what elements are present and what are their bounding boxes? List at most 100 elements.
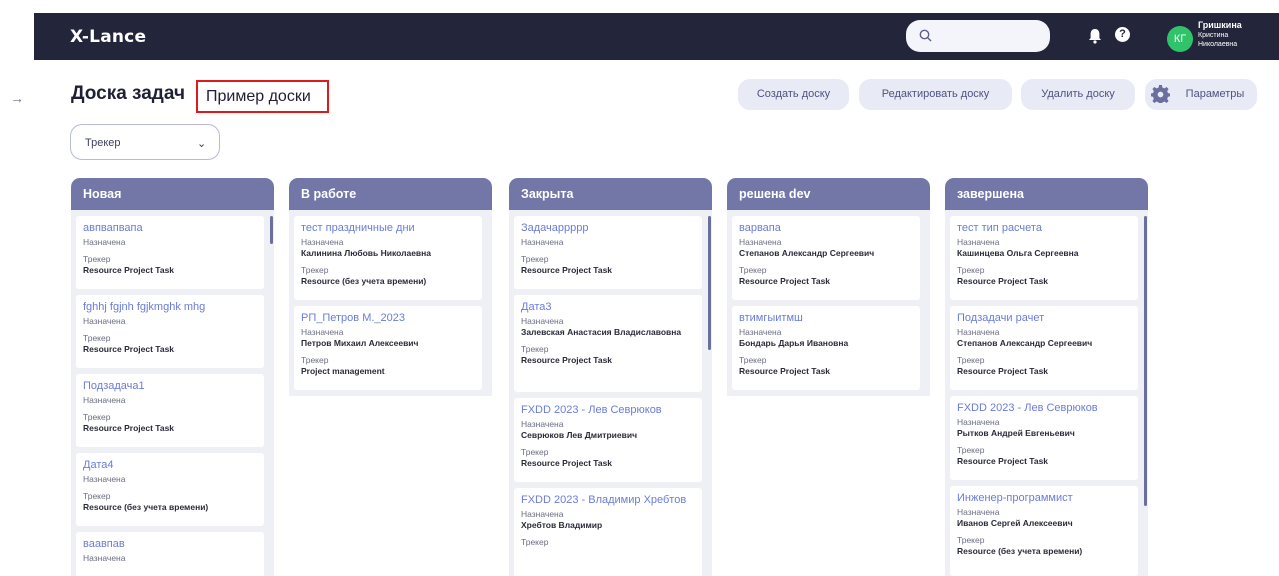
task-status: Назначена: [83, 237, 126, 247]
task-title[interactable]: FXDD 2023 - Лев Севрюков: [521, 404, 695, 417]
task-status: Назначена: [301, 237, 344, 247]
task-card[interactable]: Задачаррррр Назначена Трекер Resource Pr…: [514, 216, 702, 289]
task-title[interactable]: FXDD 2023 - Владимир Хребтов: [521, 494, 695, 507]
tracker-value: Project management: [301, 366, 385, 376]
task-title[interactable]: ваавпав: [83, 538, 257, 551]
task-title[interactable]: РП_Петров М._2023: [301, 312, 475, 325]
task-card[interactable]: FXDD 2023 - Лев Севрюков Назначена Севрю…: [514, 398, 702, 482]
task-title[interactable]: FXDD 2023 - Лев Севрюков: [957, 402, 1131, 415]
app-logo[interactable]: X-Lance: [70, 27, 146, 47]
task-status: Назначена: [739, 327, 782, 337]
task-card[interactable]: ваавпав Назначена: [76, 532, 264, 576]
top-bar: X-Lance ? КГ Гришкина Кристина Николаевн…: [34, 13, 1279, 60]
tracker-label: Трекер: [957, 265, 985, 275]
column-resolved-dev: решена dev варвапа Назначена Степанов Ал…: [727, 178, 930, 576]
column-scrollbar[interactable]: [270, 216, 273, 244]
tracker-label: Трекер: [83, 491, 111, 501]
column-scrollbar[interactable]: [1144, 216, 1147, 506]
edit-board-button[interactable]: Редактировать доску: [859, 79, 1012, 110]
task-assignee: Иванов Сергей Алексеевич: [957, 518, 1073, 528]
params-button-label: Параметры: [1185, 88, 1245, 100]
column-completed: завершена тест тип расчета Назначена Каш…: [945, 178, 1148, 576]
task-status: Назначена: [83, 553, 126, 563]
task-card[interactable]: Инженер-программист Назначена Иванов Сер…: [950, 486, 1138, 576]
task-assignee: Севрюков Лев Дмитриевич: [521, 430, 638, 440]
tracker-value: Resource (без учета времени): [301, 276, 427, 286]
task-title[interactable]: Подзадачи рачет: [957, 312, 1131, 325]
user-name[interactable]: Гришкина Кристина Николаевна: [1198, 20, 1276, 49]
task-card[interactable]: авпвапвапа Назначена Трекер Resource Pro…: [76, 216, 264, 289]
task-assignee: Степанов Александр Сергеевич: [957, 338, 1093, 348]
help-icon[interactable]: ?: [1115, 27, 1130, 42]
task-title[interactable]: тест тип расчета: [957, 222, 1131, 235]
task-card[interactable]: РП_Петров М._2023 Назначена Петров Михаи…: [294, 306, 482, 390]
tracker-label: Трекер: [83, 412, 111, 422]
tracker-value: Resource Project Task: [83, 265, 175, 275]
column-new: Новая авпвапвапа Назначена Трекер Resour…: [71, 178, 274, 576]
task-assignee: Петров Михаил Алексеевич: [301, 338, 419, 348]
task-card[interactable]: FXDD 2023 - Лев Севрюков Назначена Рытко…: [950, 396, 1138, 480]
task-card[interactable]: Дата4 Назначена Трекер Resource (без уче…: [76, 453, 264, 526]
task-title[interactable]: Подзадача1: [83, 380, 257, 393]
tracker-label: Трекер: [521, 537, 549, 547]
task-title[interactable]: варвапа: [739, 222, 913, 235]
task-status: Назначена: [521, 316, 564, 326]
task-assignee: Калинина Любовь Николаевна: [301, 248, 432, 258]
tracker-value: Resource Project Task: [521, 355, 613, 365]
task-title[interactable]: Задачаррррр: [521, 222, 695, 235]
tracker-value: Resource Project Task: [739, 366, 831, 376]
task-card[interactable]: втимгыитмш Назначена Бондарь Дарья Ивано…: [732, 306, 920, 390]
task-card[interactable]: варвапа Назначена Степанов Александр Сер…: [732, 216, 920, 300]
column-scrollbar[interactable]: [708, 216, 711, 350]
task-card[interactable]: fghhj fgjnh fgjkmghk mhg Назначена Треке…: [76, 295, 264, 368]
column-header: завершена: [945, 178, 1148, 210]
task-card[interactable]: Дата3 Назначена Залевская Анастасия Влад…: [514, 295, 702, 392]
column-header: В работе: [289, 178, 492, 210]
task-card[interactable]: Подзадачи рачет Назначена Степанов Алекс…: [950, 306, 1138, 390]
tracker-value: Resource Project Task: [83, 423, 175, 433]
page-title: Доска задач: [71, 83, 185, 104]
board-name: Пример доски: [196, 80, 329, 113]
task-title[interactable]: авпвапвапа: [83, 222, 257, 235]
params-button[interactable]: Параметры: [1145, 79, 1257, 110]
page: X-Lance ? КГ Гришкина Кристина Николаевн…: [0, 0, 1279, 576]
delete-board-button[interactable]: Удалить доску: [1021, 79, 1135, 110]
search-icon: [919, 29, 932, 42]
tracker-label: Трекер: [83, 254, 111, 264]
tracker-label: Трекер: [83, 333, 111, 343]
task-title[interactable]: Дата4: [83, 459, 257, 472]
tracker-select[interactable]: Трекер ⌄: [70, 124, 220, 160]
tracker-value: Resource Project Task: [83, 344, 175, 354]
tracker-value: Resource (без учета времени): [957, 546, 1083, 556]
create-board-button[interactable]: Создать доску: [738, 79, 849, 110]
tracker-label: Трекер: [301, 355, 329, 365]
task-title[interactable]: fghhj fgjnh fgjkmghk mhg: [83, 301, 257, 314]
tracker-value: Resource Project Task: [957, 276, 1049, 286]
task-card[interactable]: тест тип расчета Назначена Кашинцева Оль…: [950, 216, 1138, 300]
task-card[interactable]: тест праздничные дни Назначена Калинина …: [294, 216, 482, 300]
tracker-label: Трекер: [521, 254, 549, 264]
tracker-label: Трекер: [739, 265, 767, 275]
task-status: Назначена: [521, 509, 564, 519]
column-closed: Закрыта Задачаррррр Назначена Трекер Res…: [509, 178, 712, 576]
task-card[interactable]: Подзадача1 Назначена Трекер Resource Pro…: [76, 374, 264, 447]
task-card[interactable]: FXDD 2023 - Владимир Хребтов Назначена Х…: [514, 488, 702, 576]
avatar[interactable]: КГ: [1167, 26, 1193, 52]
tracker-value: Resource (без учета времени): [83, 502, 209, 512]
bell-icon[interactable]: [1088, 28, 1102, 44]
task-status: Назначена: [83, 395, 126, 405]
tracker-value: Resource Project Task: [739, 276, 831, 286]
tracker-value: Resource Project Task: [521, 458, 613, 468]
user-name-line: Гришкина: [1198, 20, 1242, 30]
column-header: Новая: [71, 178, 274, 210]
search-input[interactable]: [906, 20, 1050, 52]
task-assignee: Залевская Анастасия Владиславовна: [521, 327, 682, 337]
task-status: Назначена: [957, 237, 1000, 247]
task-title[interactable]: втимгыитмш: [739, 312, 913, 325]
task-title[interactable]: Инженер-программист: [957, 492, 1131, 505]
column-header: Закрыта: [509, 178, 712, 210]
arrow-right-icon[interactable]: →: [10, 90, 24, 106]
task-title[interactable]: Дата3: [521, 301, 695, 314]
column-header: решена dev: [727, 178, 930, 210]
task-title[interactable]: тест праздничные дни: [301, 222, 475, 235]
